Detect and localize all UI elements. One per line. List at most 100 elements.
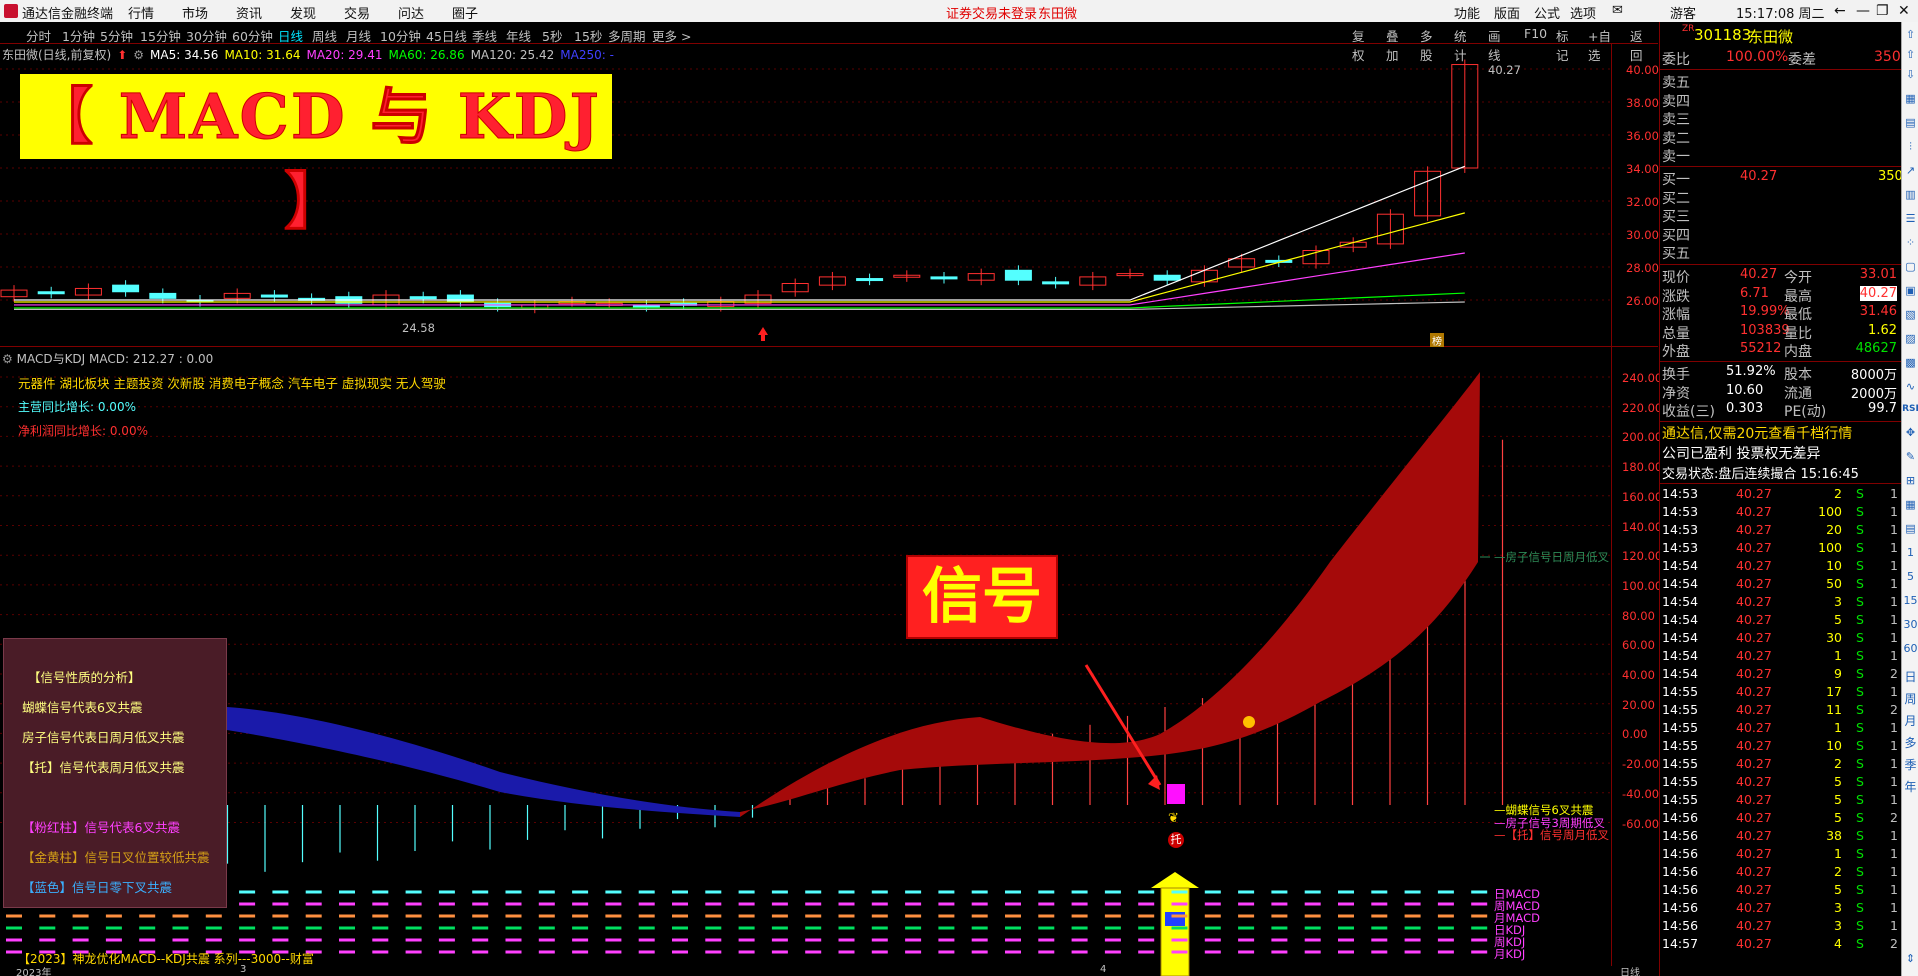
tick-side: S <box>1856 828 1864 843</box>
zr-flag: ZR <box>1682 24 1695 34</box>
wave-icon[interactable]: ∿ <box>1902 380 1918 393</box>
chart-icon-7[interactable]: ▤ <box>1902 522 1918 535</box>
app-name: 通达信金融终端 <box>22 7 114 22</box>
menu-item-faxian[interactable]: 发现 <box>290 3 316 22</box>
candle-body <box>446 294 474 303</box>
user-label[interactable]: 游客 <box>1670 3 1696 22</box>
tick-row: 14:57 40.27 4 S 2 <box>1660 936 1902 954</box>
quote-header: ZR 301183 东田微 <box>1660 24 1902 46</box>
close-icon[interactable]: ✕ <box>1898 3 1910 19</box>
price-tick: 38.00 <box>1626 96 1659 110</box>
menu-banmian[interactable]: 版面 <box>1494 3 1520 22</box>
tick-side: S <box>1856 756 1864 771</box>
app-window: 通达信金融终端 行情 市场 资讯 发现 交易 问达 圈子 证券交易未登录 东田微… <box>0 0 1918 976</box>
signal-box: 信号 <box>906 555 1058 639</box>
tick-price: 40.27 <box>1736 756 1772 771</box>
grid-icon[interactable]: ▦ <box>1902 92 1918 105</box>
nav-down-icon[interactable]: ⇩ <box>1902 68 1918 81</box>
period-label[interactable]: 多 <box>1902 734 1918 751</box>
up-icon[interactable]: ⇧ <box>1902 28 1918 41</box>
tick-time: 14:55 <box>1662 756 1699 771</box>
menu-gongneng[interactable]: 功能 <box>1454 3 1480 22</box>
back-icon[interactable]: ← <box>1834 3 1846 19</box>
bars-icon[interactable]: ▥ <box>1902 188 1918 201</box>
menu-xuanxiang[interactable]: 选项 <box>1570 3 1596 22</box>
rsi-icon[interactable]: RSI <box>1902 404 1918 414</box>
macd-tick: 200.00 <box>1622 430 1663 445</box>
line-chart-icon[interactable]: ↗ <box>1902 164 1918 177</box>
period-label[interactable]: 周 <box>1902 690 1918 707</box>
scroll-icon[interactable]: ⇕ <box>1902 952 1918 965</box>
nav-up-icon[interactable]: ⇧ <box>1902 48 1918 61</box>
menu-item-quanzi[interactable]: 圈子 <box>452 3 478 22</box>
house-signal-label: —房子信号日周月低叉 <box>1494 550 1609 564</box>
box-icon[interactable]: ▢ <box>1902 260 1918 273</box>
period-label[interactable]: 季 <box>1902 756 1918 773</box>
period-1[interactable]: 1 <box>1902 546 1918 559</box>
pen-icon[interactable]: ✎ <box>1902 450 1918 463</box>
stat-value: 6.71 <box>1740 285 1769 301</box>
minimize-icon[interactable]: — <box>1856 3 1870 19</box>
period-15[interactable]: 15 <box>1902 594 1918 607</box>
tick-time: 14:54 <box>1662 576 1699 591</box>
promo-qiandang[interactable]: 通达信,仅需20元查看千档行情 <box>1660 423 1902 442</box>
period-30[interactable]: 30 <box>1902 618 1918 631</box>
move-icon[interactable]: ✥ <box>1902 426 1918 439</box>
tick-price: 40.27 <box>1736 648 1772 663</box>
tick-price: 40.27 <box>1736 792 1772 807</box>
ma-line <box>14 212 1465 303</box>
tick-side: S <box>1856 558 1864 573</box>
indicator-name[interactable]: MACD与KDJ <box>17 352 86 366</box>
menu-item-wenda[interactable]: 问达 <box>398 3 424 22</box>
tick-side: S <box>1856 882 1864 897</box>
kline-icon[interactable]: ⫶ <box>1902 140 1918 154</box>
pane-divider[interactable] <box>0 346 1658 347</box>
dots-icon[interactable]: ⁘ <box>1902 236 1918 249</box>
indicator-settings-icon[interactable]: ⚙ <box>2 352 13 366</box>
chart-icon-5[interactable]: ▩ <box>1902 356 1918 369</box>
tick-side: S <box>1856 936 1864 951</box>
fund-label: 股本 <box>1784 367 1812 383</box>
axis-period[interactable]: 日线 <box>1620 964 1640 976</box>
tick-row: 14:56 40.27 38 S 1 <box>1660 828 1902 846</box>
stat-label: 最低 <box>1784 307 1812 324</box>
period-5[interactable]: 5 <box>1902 570 1918 583</box>
tick-count: 1 <box>1890 540 1898 555</box>
period-60[interactable]: 60 <box>1902 642 1918 655</box>
promo-text[interactable]: 通达信,仅需20元查看千档行情 <box>1662 423 1852 443</box>
menu-item-zixun[interactable]: 资讯 <box>236 3 262 22</box>
login-warning[interactable]: 证券交易未登录 <box>946 3 1037 22</box>
chart-icon-2[interactable]: ▣ <box>1902 284 1918 297</box>
chart-icon-4[interactable]: ▨ <box>1902 332 1918 345</box>
tick-price: 40.27 <box>1736 504 1772 519</box>
menu-gongshi[interactable]: 公式 <box>1534 3 1560 22</box>
price-tick: 40.00 <box>1626 63 1659 77</box>
ruler-icon[interactable]: ⊞ <box>1902 474 1918 487</box>
sell-level-label: 卖五 <box>1662 75 1690 91</box>
tick-price: 40.27 <box>1736 612 1772 627</box>
menu-item-shichang[interactable]: 市场 <box>182 3 208 22</box>
chart-canvas[interactable]: ❦ <box>0 22 1658 976</box>
period-label[interactable]: 月 <box>1902 712 1918 729</box>
tick-side: S <box>1856 504 1864 519</box>
tick-volume: 1 <box>1834 720 1842 735</box>
table-icon[interactable]: ▤ <box>1902 116 1918 129</box>
mail-icon[interactable]: ✉ <box>1612 3 1623 18</box>
list-icon[interactable]: ☰ <box>1902 212 1918 225</box>
period-label[interactable]: 年 <box>1902 778 1918 795</box>
period-label[interactable]: 日 <box>1902 668 1918 685</box>
tick-volume: 5 <box>1834 810 1842 825</box>
menu-item-hangqing[interactable]: 行情 <box>128 3 154 22</box>
profit-growth: 净利润同比增长: 0.00% <box>18 424 148 438</box>
restore-icon[interactable]: ❐ <box>1876 3 1889 19</box>
tick-count: 1 <box>1890 756 1898 771</box>
tick-time: 14:56 <box>1662 882 1699 897</box>
tick-row: 14:54 40.27 50 S 1 <box>1660 576 1902 594</box>
tick-time: 14:54 <box>1662 648 1699 663</box>
fund-label: 净资 <box>1662 385 1690 402</box>
chart-icon-3[interactable]: ▧ <box>1902 308 1918 321</box>
formula-series-label: 【2023】神龙优化MACD--KDJ共震 系列---3000--财富 <box>18 952 314 966</box>
menu-item-jiaoyi[interactable]: 交易 <box>344 3 370 22</box>
chart-icon-6[interactable]: ▦ <box>1902 498 1918 511</box>
stat-label: 总量 <box>1662 325 1690 342</box>
